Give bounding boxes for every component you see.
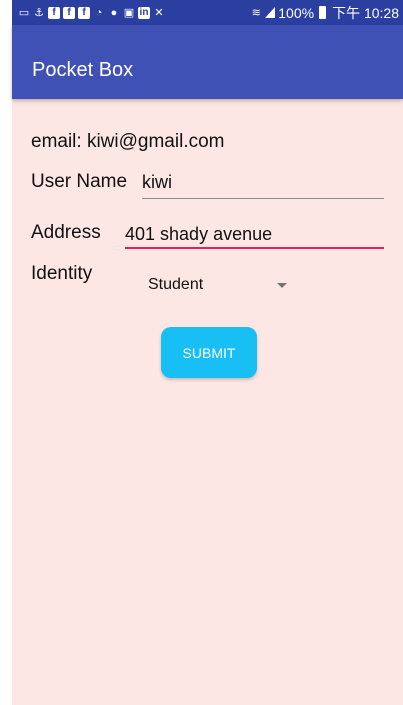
signal-icon — [265, 7, 276, 18]
status-time: 下午 10:28 — [332, 4, 399, 21]
submit-button[interactable]: SUBMIT — [161, 327, 257, 378]
chat-icon: ▭ — [18, 6, 30, 19]
wifi-icon: ≋ — [251, 6, 261, 19]
app-screen: ▭ ⚓ f f f ◔ ● ▣ in ✕ ≋ 100% 下午 10:28 Poc… — [12, 0, 403, 705]
facebook-icon: f — [63, 6, 75, 19]
mute-icon: ✕ — [154, 6, 164, 19]
address-label: Address — [31, 222, 101, 243]
facebook-icon: f — [48, 6, 60, 19]
username-underline — [142, 198, 384, 199]
identity-label: Identity — [31, 263, 93, 284]
address-field[interactable]: 401 shady avenue — [125, 224, 272, 245]
dropdown-arrow-icon[interactable] — [277, 283, 287, 288]
status-icons: ▭ ⚓ f f f ◔ ● ▣ in ✕ — [12, 6, 165, 19]
notification-icon: ⚓ — [34, 6, 44, 19]
email-text: email: kiwi@gmail.com — [31, 131, 225, 152]
gallery-icon: ▣ — [123, 6, 135, 19]
wechat-icon: ● — [110, 6, 118, 19]
app-title: Pocket Box — [32, 59, 134, 81]
status-bar: ▭ ⚓ f f f ◔ ● ▣ in ✕ ≋ 100% 下午 10:28 — [12, 0, 403, 25]
username-field[interactable]: kiwi — [142, 172, 172, 193]
battery-icon — [319, 6, 327, 19]
status-right: ≋ 100% 下午 10:28 — [250, 3, 403, 23]
battery-percent: 100% — [278, 4, 315, 21]
linkedin-icon: in — [138, 6, 150, 19]
facebook-icon: f — [78, 6, 90, 19]
address-underline — [125, 247, 384, 249]
weibo-icon: ◔ — [95, 6, 103, 19]
identity-selected-value[interactable]: Student — [148, 276, 203, 294]
app-bar: Pocket Box — [12, 25, 403, 99]
username-label: User Name — [31, 171, 128, 192]
